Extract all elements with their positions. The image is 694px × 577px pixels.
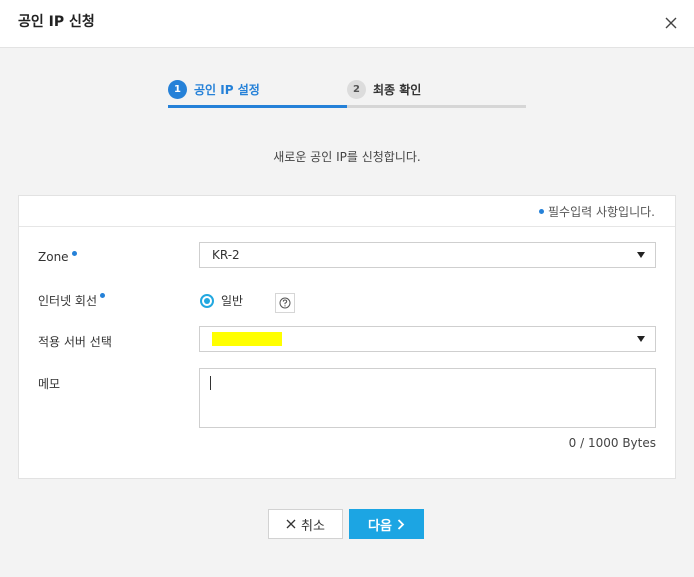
required-dot-icon (539, 209, 544, 214)
chevron-right-icon (397, 518, 405, 530)
zone-select[interactable]: KR-2 (199, 242, 656, 268)
internet-line-radio[interactable]: 일반 (200, 292, 243, 309)
zone-label-text: Zone (38, 250, 69, 264)
required-dot-icon (71, 251, 77, 256)
internet-line-label-text: 인터넷 회선 (38, 294, 98, 308)
step-2: 2 최종 확인 (347, 74, 526, 108)
server-label: 적용 서버 선택 (38, 333, 112, 350)
required-note: 필수입력 사항입니다. (539, 203, 655, 220)
memo-textarea[interactable] (199, 368, 656, 428)
step-1: 1 공인 IP 설정 (168, 74, 347, 108)
zone-label: Zone (38, 250, 77, 264)
dialog-title: 공인 IP 신청 (18, 14, 95, 30)
server-label-text: 적용 서버 선택 (38, 335, 112, 349)
panel-divider (19, 226, 675, 227)
radio-selected-icon[interactable] (200, 293, 214, 308)
page-description: 새로운 공인 IP를 신청합니다. (273, 150, 421, 164)
close-icon[interactable] (662, 14, 680, 32)
redacted-server-name (212, 332, 282, 346)
zone-select-value: KR-2 (212, 248, 240, 262)
internet-line-label: 인터넷 회선 (38, 292, 106, 309)
dialog-header: 공인 IP 신청 (0, 0, 694, 48)
step-1-label: 공인 IP 설정 (194, 83, 260, 97)
server-select[interactable] (199, 326, 656, 352)
cancel-button[interactable]: 취소 (268, 509, 343, 539)
required-dot-icon (100, 293, 106, 298)
cancel-button-label: 취소 (301, 518, 325, 534)
caret-down-icon (637, 252, 645, 258)
step-2-label: 최종 확인 (373, 83, 422, 97)
memo-byte-counter: 0 / 1000 Bytes (568, 436, 656, 450)
help-icon[interactable] (275, 293, 295, 313)
memo-label: 메모 (38, 375, 60, 392)
memo-label-text: 메모 (38, 377, 61, 391)
next-button[interactable]: 다음 (349, 509, 424, 539)
internet-line-option: 일반 (221, 294, 244, 308)
close-icon (286, 519, 296, 529)
step-indicator: 1 공인 IP 설정 2 최종 확인 (168, 74, 526, 108)
required-note-text: 필수입력 사항입니다. (548, 205, 655, 219)
caret-down-icon (637, 336, 645, 342)
step-2-number: 2 (347, 80, 366, 99)
next-button-label: 다음 (368, 518, 392, 534)
step-1-number: 1 (168, 80, 187, 99)
text-cursor (210, 376, 211, 390)
form-panel: 필수입력 사항입니다. Zone KR-2 인터넷 회선 일반 적용 서버 선택… (18, 195, 676, 479)
